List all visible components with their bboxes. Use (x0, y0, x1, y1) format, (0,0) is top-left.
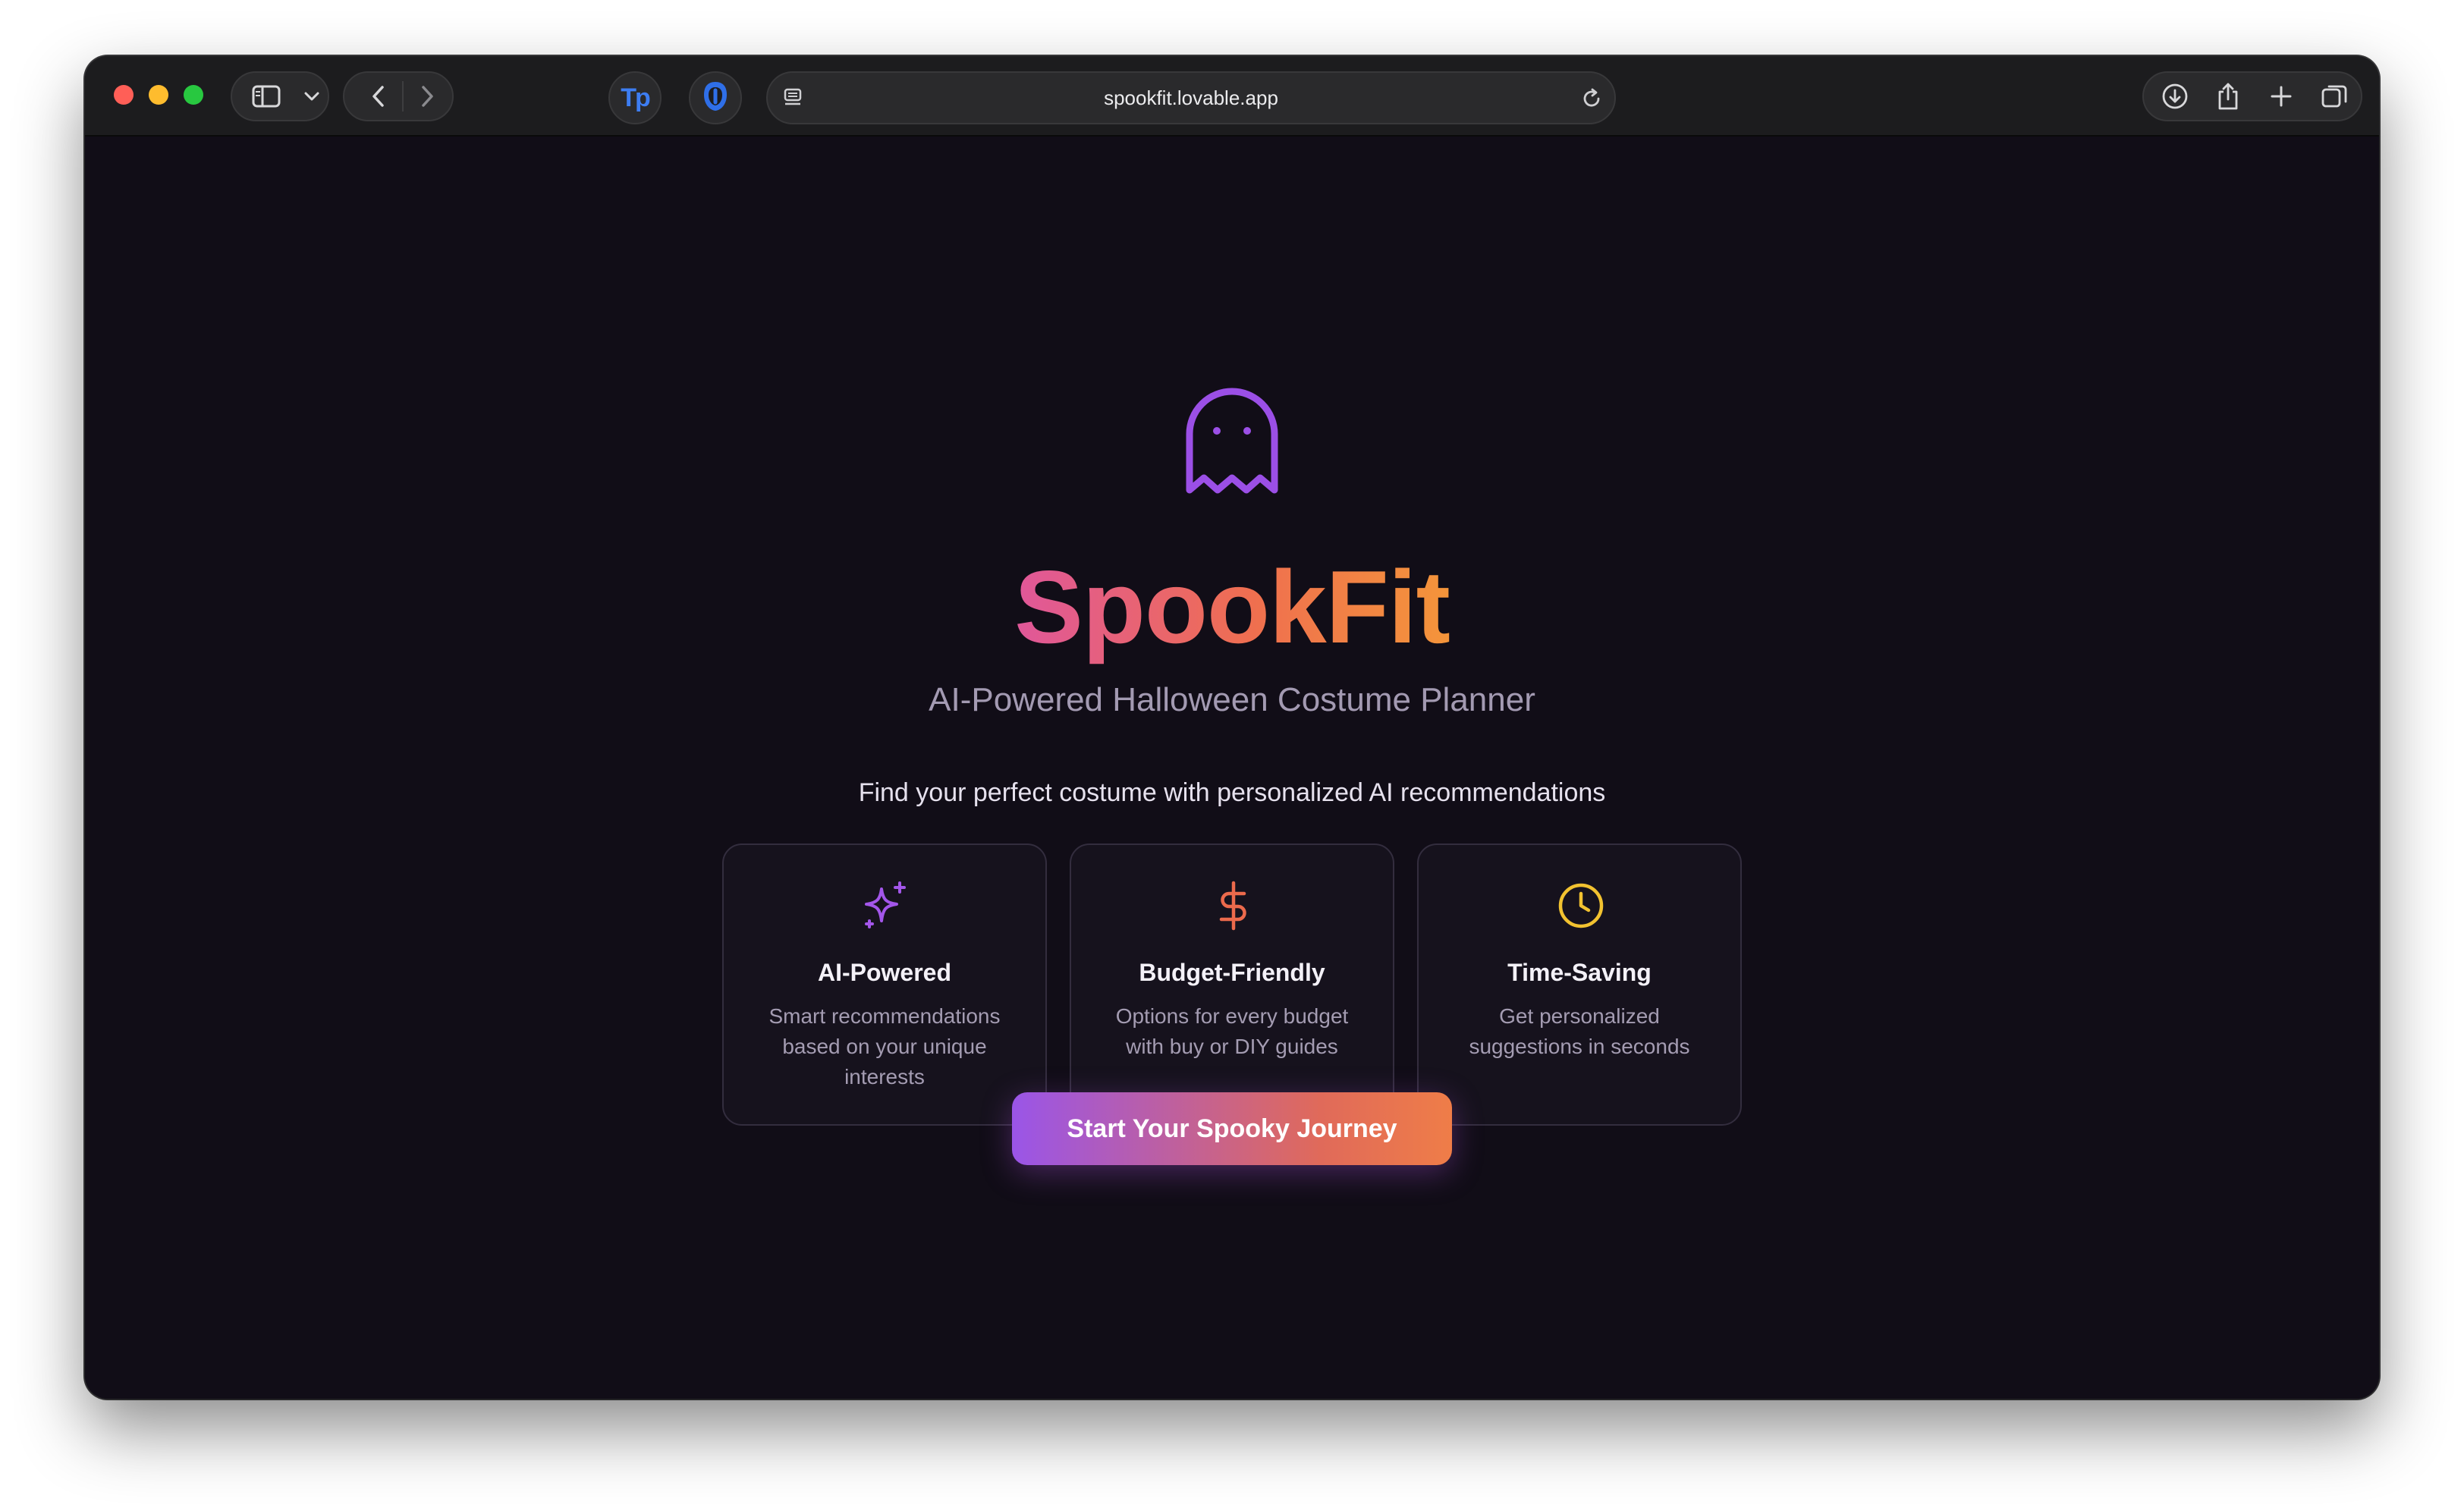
minimize-window-button[interactable] (149, 85, 168, 105)
chevron-down-icon[interactable] (300, 79, 323, 114)
sparkles-icon (859, 878, 913, 933)
close-window-button[interactable] (114, 85, 134, 105)
tp-extension-icon: Tp (621, 83, 651, 112)
feature-title: Budget-Friendly (1139, 959, 1325, 986)
intro-text: Find your perfect costume with personali… (858, 778, 1606, 807)
feature-card-budget-friendly: Budget-Friendly Options for every budget… (1070, 843, 1394, 1126)
ghost-icon (1182, 384, 1282, 501)
toolbar-actions (2142, 71, 2362, 121)
feature-card-ai-powered: AI-Powered Smart recommendations based o… (722, 843, 1047, 1126)
reload-icon[interactable] (1579, 86, 1604, 115)
sidebar-icon[interactable] (249, 79, 284, 114)
tp-extension-button[interactable]: Tp (608, 71, 662, 124)
feature-card-time-saving: Time-Saving Get personalized suggestions… (1417, 843, 1742, 1126)
feature-description: Get personalized suggestions in seconds (1469, 1004, 1690, 1058)
brand-title: SpookFit (1014, 549, 1450, 664)
brand-subtitle: AI-Powered Halloween Costume Planner (929, 681, 1535, 718)
url-text: spookfit.lovable.app (1104, 86, 1278, 109)
tab-overview-icon[interactable] (2317, 79, 2352, 114)
forward-icon[interactable] (413, 79, 443, 114)
clock-icon (1554, 878, 1608, 933)
start-journey-button[interactable]: Start Your Spooky Journey (1012, 1092, 1452, 1165)
browser-window: Tp spookfit.lovable.app SpookFit AI-Powe… (85, 56, 2379, 1399)
new-tab-icon[interactable] (2264, 79, 2299, 114)
dollar-icon (1206, 878, 1261, 933)
maximize-window-button[interactable] (184, 85, 203, 105)
feature-title: Time-Saving (1507, 959, 1652, 986)
feature-description: Options for every budget with buy or DIY… (1115, 1004, 1349, 1058)
back-icon[interactable] (363, 79, 393, 114)
shield-extension-button[interactable] (689, 71, 742, 124)
page-content: SpookFit AI-Powered Halloween Costume Pl… (85, 137, 2379, 1399)
share-icon[interactable] (2211, 79, 2246, 114)
feature-description: Smart recommendations based on your uniq… (768, 1004, 1001, 1088)
address-bar[interactable]: spookfit.lovable.app (766, 71, 1616, 124)
shield-extension-icon (700, 80, 731, 117)
feature-title: AI-Powered (817, 959, 952, 986)
sidebar-toggle-group (231, 71, 329, 121)
browser-toolbar: Tp spookfit.lovable.app (85, 56, 2379, 137)
navigation-group (343, 71, 454, 121)
download-icon[interactable] (2158, 79, 2192, 114)
